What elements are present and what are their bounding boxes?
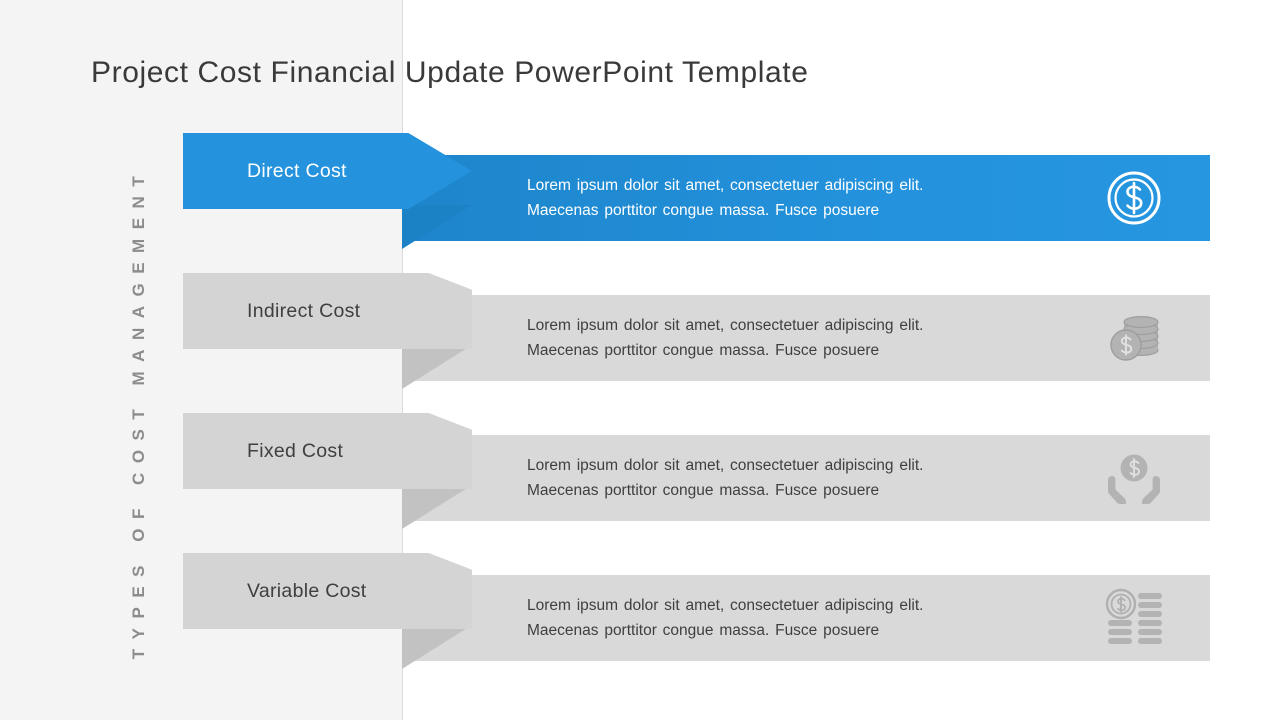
row-description-line-1: Lorem ipsum dolor sit amet, consectetuer…: [527, 597, 924, 614]
row-label: Direct Cost: [247, 159, 347, 182]
row-description: Lorem ipsum dolor sit amet, consectetuer…: [527, 593, 1047, 643]
row-description-line-1: Lorem ipsum dolor sit amet, consectetuer…: [527, 457, 924, 474]
row-label: Indirect Cost: [247, 299, 361, 322]
row-label-tab[interactable]: Indirect Cost: [183, 273, 472, 349]
row-description: Lorem ipsum dolor sit amet, consectetuer…: [527, 313, 1047, 363]
row-label: Variable Cost: [247, 579, 367, 602]
vertical-section-label: TYPES OF COST MANAGEMENT: [129, 166, 148, 660]
row-description-line-2: Maecenas porttitor congue massa. Fusce p…: [527, 482, 880, 499]
row-description-line-1: Lorem ipsum dolor sit amet, consectetuer…: [527, 177, 924, 194]
row-description-line-2: Maecenas porttitor congue massa. Fusce p…: [527, 342, 880, 359]
dollar-coin-icon: [1104, 168, 1164, 228]
row-body-bar: Lorem ipsum dolor sit amet, consectetuer…: [402, 155, 1210, 241]
row-description: Lorem ipsum dolor sit amet, consectetuer…: [527, 453, 1047, 503]
row-description: Lorem ipsum dolor sit amet, consectetuer…: [527, 173, 1047, 223]
page-title: Project Cost Financial Update PowerPoint…: [91, 56, 809, 89]
row-label-tab[interactable]: Variable Cost: [183, 553, 472, 629]
row-body-bar: Lorem ipsum dolor sit amet, consectetuer…: [402, 295, 1210, 381]
row-description-line-1: Lorem ipsum dolor sit amet, consectetuer…: [527, 317, 924, 334]
hands-holding-coin-icon: [1104, 448, 1164, 508]
row-body-bar: Lorem ipsum dolor sit amet, consectetuer…: [402, 575, 1210, 661]
row-label: Fixed Cost: [247, 439, 344, 462]
row-description-line-2: Maecenas porttitor congue massa. Fusce p…: [527, 202, 880, 219]
money-stacks-icon: [1104, 588, 1164, 648]
row-label-tab[interactable]: Fixed Cost: [183, 413, 472, 489]
coin-stack-icon: [1104, 308, 1164, 368]
row-body-bar: Lorem ipsum dolor sit amet, consectetuer…: [402, 435, 1210, 521]
row-description-line-2: Maecenas porttitor congue massa. Fusce p…: [527, 622, 880, 639]
